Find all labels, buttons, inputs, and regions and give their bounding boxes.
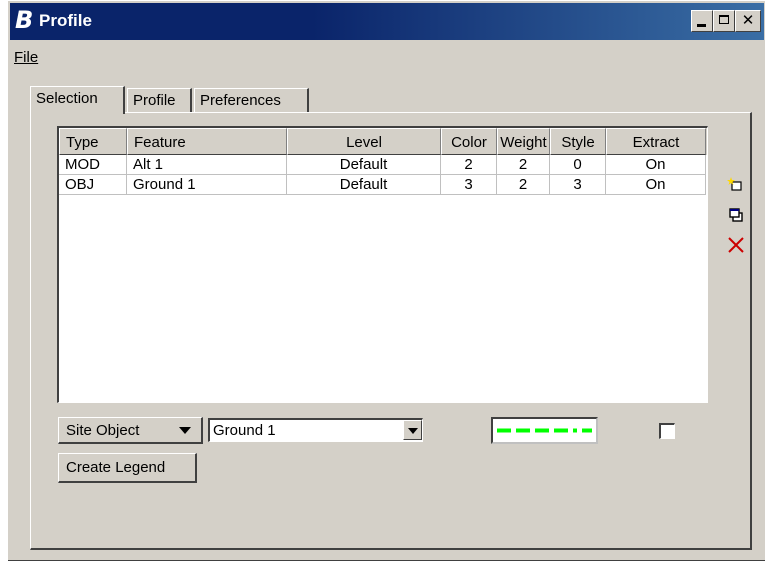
cell-type: MOD bbox=[59, 155, 127, 175]
menu-file-label: File bbox=[14, 49, 39, 66]
line-style-swatch[interactable] bbox=[491, 417, 598, 444]
feature-type-label: Site Object bbox=[66, 422, 140, 439]
feature-combo[interactable]: Ground 1 bbox=[208, 418, 423, 442]
table-row[interactable]: OBJ Ground 1 Default 3 2 3 On bbox=[59, 175, 707, 195]
minimize-button[interactable] bbox=[691, 10, 713, 32]
cell-style: 0 bbox=[550, 155, 606, 175]
selection-panel: Type Feature Level Color Weight Style Ex… bbox=[30, 112, 752, 550]
column-header-level[interactable]: Level bbox=[287, 128, 441, 155]
column-header-weight[interactable]: Weight bbox=[497, 128, 550, 155]
column-header-type[interactable]: Type bbox=[59, 128, 127, 155]
cell-level: Default bbox=[287, 155, 441, 175]
profile-window: B Profile ✕ File Selection Profile Prefe… bbox=[7, 0, 765, 561]
cell-color: 2 bbox=[441, 155, 497, 175]
cell-extract: On bbox=[606, 175, 706, 195]
cell-weight: 2 bbox=[497, 175, 550, 195]
column-header-color[interactable]: Color bbox=[441, 128, 497, 155]
cell-weight: 2 bbox=[497, 155, 550, 175]
cell-style: 3 bbox=[550, 175, 606, 195]
close-button[interactable]: ✕ bbox=[735, 10, 761, 32]
delete-icon[interactable] bbox=[727, 236, 745, 254]
list-header: Type Feature Level Color Weight Style Ex… bbox=[59, 128, 707, 155]
cell-type: OBJ bbox=[59, 175, 127, 195]
app-logo-icon: B bbox=[15, 6, 34, 34]
chevron-down-icon bbox=[408, 428, 418, 434]
tab-selection[interactable]: Selection bbox=[30, 86, 125, 114]
chevron-down-icon bbox=[179, 427, 191, 434]
menu-file[interactable]: File bbox=[14, 49, 38, 66]
tab-profile[interactable]: Profile bbox=[127, 88, 192, 112]
combo-dropdown-button[interactable] bbox=[403, 420, 422, 440]
cell-feature: Ground 1 bbox=[127, 175, 287, 195]
table-row[interactable]: MOD Alt 1 Default 2 2 0 On bbox=[59, 155, 707, 175]
copy-icon[interactable] bbox=[727, 206, 745, 224]
column-header-style[interactable]: Style bbox=[550, 128, 606, 155]
cell-color: 3 bbox=[441, 175, 497, 195]
cell-extract: On bbox=[606, 155, 706, 175]
new-item-icon[interactable] bbox=[727, 176, 745, 194]
column-header-feature[interactable]: Feature bbox=[127, 128, 287, 155]
window-title: Profile bbox=[39, 11, 92, 30]
maximize-button[interactable] bbox=[713, 10, 735, 32]
feature-type-dropdown[interactable]: Site Object bbox=[58, 417, 203, 444]
cell-feature: Alt 1 bbox=[127, 155, 287, 175]
column-header-extract[interactable]: Extract bbox=[606, 128, 706, 155]
extract-checkbox[interactable] bbox=[659, 423, 675, 439]
tab-preferences[interactable]: Preferences bbox=[194, 88, 309, 112]
title-bar[interactable]: B Profile ✕ bbox=[10, 3, 764, 40]
menu-bar: File bbox=[10, 43, 764, 67]
selection-list[interactable]: Type Feature Level Color Weight Style Ex… bbox=[57, 126, 708, 403]
feature-combo-value: Ground 1 bbox=[213, 422, 276, 439]
cell-level: Default bbox=[287, 175, 441, 195]
create-legend-button[interactable]: Create Legend bbox=[58, 453, 197, 483]
